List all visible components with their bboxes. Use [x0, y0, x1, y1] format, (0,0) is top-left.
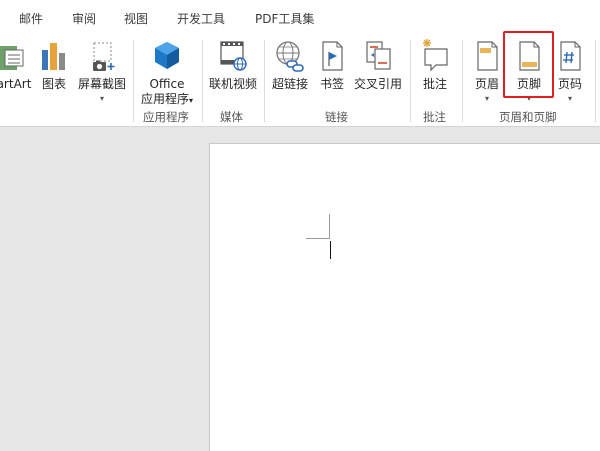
margin-corner-mark: [329, 214, 330, 239]
group-separator: [595, 40, 596, 122]
group-label-header-footer: 页眉和页脚: [499, 110, 557, 124]
smartart-label: artArt: [0, 77, 32, 91]
hyperlink-label: 超链接: [271, 77, 308, 91]
ribbon-tab-bar: 邮件 审阅 视图 开发工具 PDF工具集: [0, 0, 600, 36]
office-apps-button[interactable]: Office 应用程序▾: [136, 36, 198, 108]
group-separator: [462, 40, 463, 122]
comment-icon: [418, 38, 452, 76]
chart-label: 图表: [41, 77, 66, 91]
bookmark-button[interactable]: 书签: [316, 36, 348, 108]
tab-view[interactable]: 视图: [124, 10, 148, 27]
online-video-button[interactable]: 联机视频: [206, 36, 260, 108]
group-label-comments: 批注: [423, 110, 446, 124]
tab-mailings[interactable]: 邮件: [19, 10, 43, 27]
footer-label: 页脚: [516, 77, 541, 91]
globe-link-icon: [273, 38, 307, 76]
margin-corner-mark: [306, 238, 330, 239]
bar-chart-icon: [37, 38, 71, 76]
header-dropdown-arrow: ▾: [484, 94, 489, 103]
group-separator: [410, 40, 411, 122]
cross-reference-icon: [361, 38, 395, 76]
ribbon-insert-panel: artArt 图表 屏幕截图 ▾ Office 应用程序▾ 应用程序 联机视频 …: [0, 36, 600, 127]
smartart-button[interactable]: artArt: [0, 36, 34, 108]
group-label-apps: 应用程序: [143, 110, 189, 124]
film-globe-icon: [216, 38, 250, 76]
screenshot-button[interactable]: 屏幕截图 ▾: [75, 36, 129, 108]
office-apps-label-line1: Office: [149, 77, 185, 91]
cross-reference-label: 交叉引用: [353, 77, 402, 91]
screenshot-label: 屏幕截图: [77, 77, 126, 91]
page-number-label: 页码: [557, 77, 582, 91]
screenshot-dropdown-arrow: ▾: [99, 94, 104, 103]
footer-button[interactable]: 页脚 ▾: [510, 36, 548, 108]
group-label-media: 媒体: [220, 110, 243, 124]
cross-reference-button[interactable]: 交叉引用: [351, 36, 405, 108]
comment-label: 批注: [422, 77, 447, 91]
hyperlink-button[interactable]: 超链接: [268, 36, 312, 108]
group-separator: [202, 40, 203, 122]
document-workspace: [0, 127, 600, 451]
footer-page-icon: [512, 38, 546, 76]
document-page[interactable]: [209, 143, 600, 451]
group-label-links: 链接: [325, 110, 348, 124]
text-cursor: [330, 241, 331, 259]
comment-button[interactable]: 批注: [417, 36, 453, 108]
office-store-icon: [150, 38, 184, 76]
bookmark-label: 书签: [319, 77, 344, 91]
bookmark-flag-icon: [315, 38, 349, 76]
group-separator: [264, 40, 265, 122]
header-page-icon: [470, 38, 504, 76]
smartart-icon: [0, 38, 31, 76]
page-number-button[interactable]: 页码 ▾: [554, 36, 586, 108]
page-number-icon: [553, 38, 587, 76]
tab-review[interactable]: 审阅: [72, 10, 96, 27]
header-button[interactable]: 页眉 ▾: [469, 36, 505, 108]
header-label: 页眉: [474, 77, 499, 91]
footer-dropdown-arrow: ▾: [526, 94, 531, 103]
office-apps-label-line2: 应用程序▾: [140, 92, 194, 106]
tab-pdf-tools[interactable]: PDF工具集: [255, 10, 314, 27]
chart-button[interactable]: 图表: [38, 36, 70, 108]
page-number-dropdown-arrow: ▾: [567, 94, 572, 103]
screenshot-icon: [85, 38, 119, 76]
tab-developer[interactable]: 开发工具: [177, 10, 225, 27]
online-video-label: 联机视频: [208, 77, 257, 91]
group-separator: [133, 40, 134, 122]
